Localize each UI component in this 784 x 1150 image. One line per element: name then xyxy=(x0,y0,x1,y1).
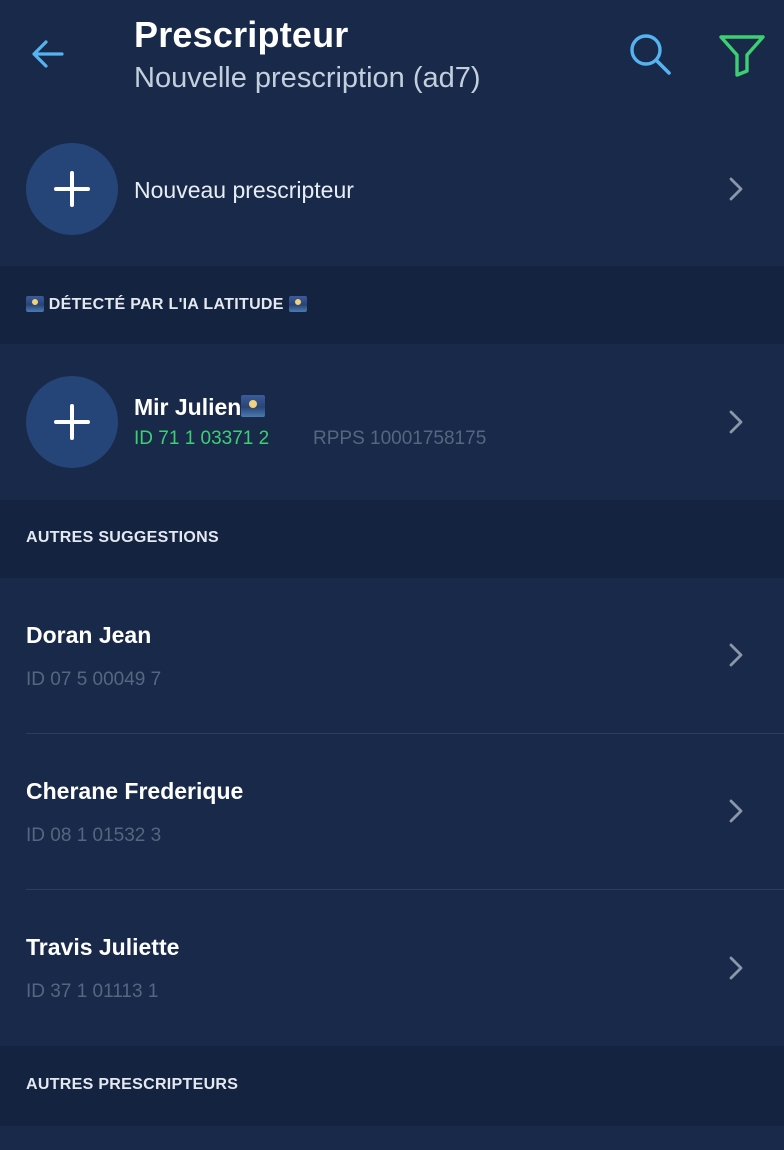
suggestion-row[interactable]: Travis Juliette ID 37 1 01113 1 xyxy=(0,890,784,1046)
ai-detected-prescriber-row[interactable]: Mir Julien ID 71 1 03371 2 RPPS 10001758… xyxy=(0,344,784,500)
prescriber-rpps: RPPS 10001758175 xyxy=(313,428,487,449)
search-button[interactable] xyxy=(622,26,678,82)
chevron-right-icon xyxy=(724,410,748,434)
chevron-right-icon xyxy=(724,799,748,823)
filter-button[interactable] xyxy=(712,26,772,82)
chevron-right-icon xyxy=(724,956,748,980)
prescriber-id: ID 71 1 03371 2 xyxy=(134,428,270,449)
filter-icon xyxy=(719,35,765,77)
suggestions-section-title: AUTRES SUGGESTIONS xyxy=(26,529,219,546)
add-prescriber-icon xyxy=(26,376,118,468)
page-title: Prescripteur xyxy=(134,14,349,55)
arrow-left-icon xyxy=(32,40,64,68)
prescriber-name: Mir Julien xyxy=(134,394,266,421)
chevron-right-icon xyxy=(724,177,748,201)
app-header: Prescripteur Nouvelle prescription (ad7) xyxy=(0,0,784,112)
search-icon xyxy=(630,34,671,75)
ai-detected-section-header: DÉTECTÉ PAR L'IA LATITUDE xyxy=(0,266,784,344)
new-prescriber-label: Nouveau prescripteur xyxy=(134,177,354,203)
new-prescriber-row[interactable]: Nouveau prescripteur xyxy=(0,112,784,266)
night-city-emoji-icon xyxy=(241,395,266,417)
chevron-right-icon xyxy=(724,643,748,667)
page-subtitle: Nouvelle prescription (ad7) xyxy=(134,62,481,94)
back-button[interactable] xyxy=(26,32,70,76)
night-city-emoji-icon xyxy=(26,296,44,312)
ai-detected-section-title: DÉTECTÉ PAR L'IA LATITUDE xyxy=(26,296,307,314)
prescriber-screen: Prescripteur Nouvelle prescription (ad7)… xyxy=(0,0,784,1150)
suggestion-row[interactable]: Doran Jean ID 07 5 00049 7 xyxy=(0,578,784,733)
other-prescribers-section-title: AUTRES PRESCRIPTEURS xyxy=(26,1076,239,1093)
add-prescriber-icon xyxy=(26,143,118,235)
prescriber-name: Travis Juliette xyxy=(26,934,180,960)
night-city-emoji-icon xyxy=(288,296,307,312)
prescriber-id: ID 07 5 00049 7 xyxy=(26,669,162,690)
prescriber-name: Doran Jean xyxy=(26,622,152,648)
prescriber-row-partial[interactable] xyxy=(0,1126,784,1150)
other-prescribers-section-header: AUTRES PRESCRIPTEURS xyxy=(0,1046,784,1126)
prescriber-id: ID 37 1 01113 1 xyxy=(26,981,159,1002)
prescriber-name: Cherane Frederique xyxy=(26,778,244,804)
suggestion-row[interactable]: Cherane Frederique ID 08 1 01532 3 xyxy=(0,734,784,889)
suggestions-section-header: AUTRES SUGGESTIONS xyxy=(0,500,784,578)
prescriber-id: ID 08 1 01532 3 xyxy=(26,825,162,846)
